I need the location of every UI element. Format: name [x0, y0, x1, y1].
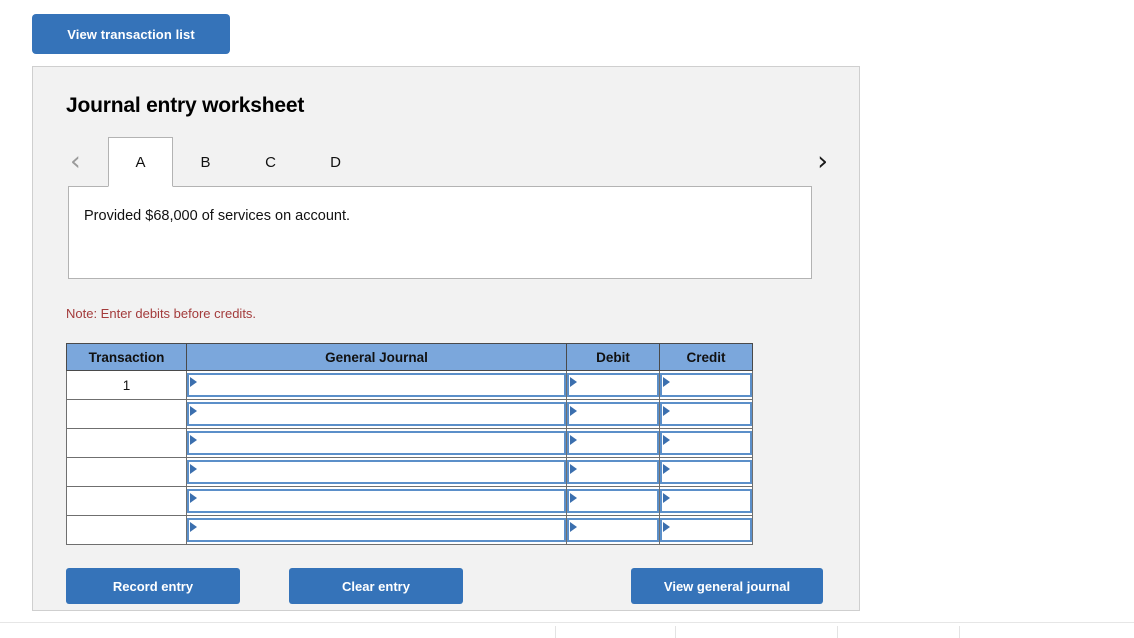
dropdown-caret-icon — [190, 435, 197, 445]
debit-input[interactable] — [567, 518, 659, 542]
credit-input[interactable] — [660, 518, 752, 542]
tab-a[interactable]: A — [108, 137, 173, 187]
chevron-left-icon[interactable]: ‹ — [70, 143, 81, 181]
credit-input[interactable] — [660, 373, 752, 397]
chevron-right-icon[interactable]: › — [817, 143, 828, 181]
tab-strip: ‹ A B C D › — [66, 137, 828, 187]
tab-b-label: B — [200, 154, 211, 171]
general-journal-select[interactable] — [187, 373, 566, 397]
credit-cell — [659, 428, 753, 458]
debit-cell — [566, 486, 660, 516]
dropdown-caret-icon — [190, 522, 197, 532]
column-divider — [555, 626, 556, 638]
general-journal-cell — [186, 515, 567, 545]
debit-input[interactable] — [567, 373, 659, 397]
table-row — [66, 428, 753, 458]
table-row — [66, 486, 753, 516]
column-header-credit: Credit — [659, 343, 753, 371]
general-journal-cell — [186, 428, 567, 458]
dropdown-caret-icon — [663, 522, 670, 532]
table-row — [66, 515, 753, 545]
general-journal-select[interactable] — [187, 402, 566, 426]
dropdown-caret-icon — [570, 435, 577, 445]
debit-input[interactable] — [567, 402, 659, 426]
column-header-debit: Debit — [566, 343, 660, 371]
worksheet-tabs: A B C D — [108, 137, 368, 187]
table-row — [66, 457, 753, 487]
view-transaction-list-button[interactable]: View transaction list — [32, 14, 230, 54]
dropdown-caret-icon — [190, 377, 197, 387]
general-journal-cell — [186, 486, 567, 516]
table-header-row: Transaction General Journal Debit Credit — [66, 343, 753, 371]
tab-b[interactable]: B — [173, 137, 238, 187]
view-general-journal-button[interactable]: View general journal — [631, 568, 823, 604]
debit-cell — [566, 370, 660, 400]
debit-cell — [566, 428, 660, 458]
transaction-number-cell — [66, 428, 187, 458]
dropdown-caret-icon — [663, 435, 670, 445]
credit-input[interactable] — [660, 460, 752, 484]
tab-d[interactable]: D — [303, 137, 368, 187]
credit-input[interactable] — [660, 489, 752, 513]
journal-entry-table: Transaction General Journal Debit Credit… — [66, 343, 753, 545]
credit-input[interactable] — [660, 402, 752, 426]
dropdown-caret-icon — [663, 377, 670, 387]
credit-cell — [659, 399, 753, 429]
general-journal-select[interactable] — [187, 518, 566, 542]
debit-cell — [566, 399, 660, 429]
tab-a-label: A — [135, 153, 146, 171]
transaction-description-text: Provided $68,000 of services on account. — [84, 208, 350, 224]
general-journal-cell — [186, 399, 567, 429]
tab-c[interactable]: C — [238, 137, 303, 187]
transaction-number-cell — [66, 457, 187, 487]
column-divider — [675, 626, 676, 638]
column-header-transaction: Transaction — [66, 343, 187, 371]
general-journal-select[interactable] — [187, 460, 566, 484]
table-row — [66, 399, 753, 429]
dropdown-caret-icon — [190, 493, 197, 503]
credit-cell — [659, 486, 753, 516]
column-header-general-journal: General Journal — [186, 343, 567, 371]
debit-input[interactable] — [567, 460, 659, 484]
column-divider — [959, 626, 960, 638]
credit-input[interactable] — [660, 431, 752, 455]
transaction-description-box: Provided $68,000 of services on account. — [68, 186, 812, 279]
debit-input[interactable] — [567, 489, 659, 513]
partial-table-below-fold — [0, 622, 1134, 638]
general-journal-cell — [186, 457, 567, 487]
transaction-number-cell — [66, 399, 187, 429]
dropdown-caret-icon — [663, 406, 670, 416]
record-entry-button[interactable]: Record entry — [66, 568, 240, 604]
debit-input[interactable] — [567, 431, 659, 455]
dropdown-caret-icon — [570, 522, 577, 532]
transaction-number-cell — [66, 515, 187, 545]
transaction-number-cell — [66, 486, 187, 516]
journal-entry-worksheet-panel: Journal entry worksheet ‹ A B C D › Prov… — [32, 66, 860, 611]
general-journal-cell — [186, 370, 567, 400]
debit-cell — [566, 515, 660, 545]
dropdown-caret-icon — [190, 464, 197, 474]
credit-cell — [659, 370, 753, 400]
general-journal-select[interactable] — [187, 431, 566, 455]
credit-cell — [659, 515, 753, 545]
table-row: 1 — [66, 370, 753, 400]
debits-before-credits-note: Note: Enter debits before credits. — [66, 306, 257, 321]
page-title: Journal entry worksheet — [66, 94, 305, 117]
column-divider — [837, 626, 838, 638]
dropdown-caret-icon — [663, 493, 670, 503]
tab-c-label: C — [265, 154, 276, 171]
dropdown-caret-icon — [570, 464, 577, 474]
dropdown-caret-icon — [570, 406, 577, 416]
dropdown-caret-icon — [570, 377, 577, 387]
dropdown-caret-icon — [663, 464, 670, 474]
transaction-number-cell: 1 — [66, 370, 187, 400]
general-journal-select[interactable] — [187, 489, 566, 513]
credit-cell — [659, 457, 753, 487]
dropdown-caret-icon — [570, 493, 577, 503]
tab-d-label: D — [330, 154, 341, 171]
dropdown-caret-icon — [190, 406, 197, 416]
clear-entry-button[interactable]: Clear entry — [289, 568, 463, 604]
debit-cell — [566, 457, 660, 487]
